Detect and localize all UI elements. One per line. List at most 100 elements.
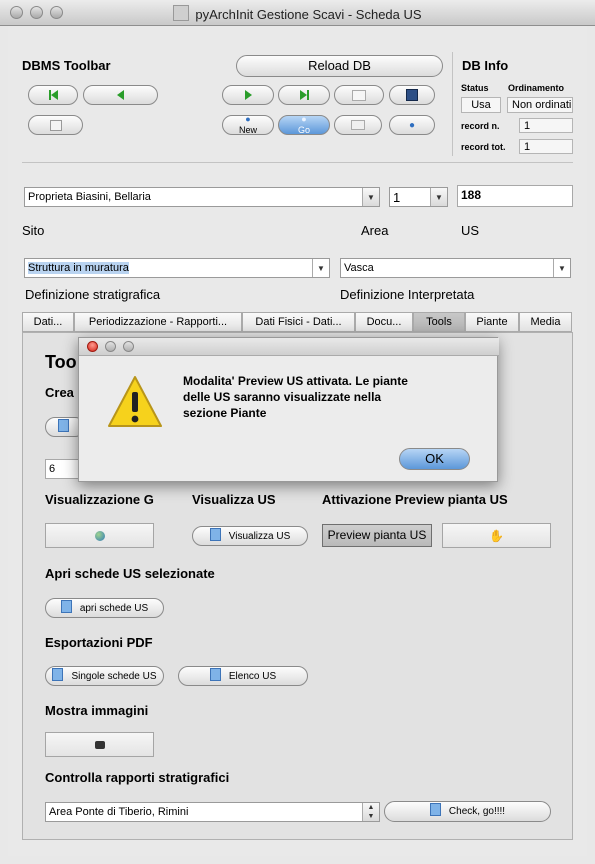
go-label: Go: [297, 125, 310, 135]
dialog-minimize-button[interactable]: [105, 341, 116, 352]
visualizza-us-button[interactable]: Visualizza US: [192, 526, 308, 546]
check-go-button[interactable]: Check, go!!!!: [384, 801, 551, 822]
tab-periodizzazione[interactable]: Periodizzazione - Rapporti...: [74, 312, 242, 332]
def-strat-combo[interactable]: Struttura in muratura ▼: [24, 258, 330, 278]
apri-schede-text: apri schede US: [79, 603, 149, 614]
tab-media[interactable]: Media: [519, 312, 572, 332]
prev-icon: [117, 90, 124, 101]
sito-label: Sito: [22, 223, 45, 238]
reload-db-button[interactable]: Reload DB: [236, 55, 443, 77]
crea-label: Crea: [45, 385, 74, 400]
apri-schede-button[interactable]: apri schede US: [45, 598, 164, 618]
record-tot-label: record tot.: [461, 142, 506, 152]
chevron-down-icon: ▼: [312, 259, 329, 277]
preview-alert-dialog: Modalita' Preview US attivata. Le piante…: [78, 337, 499, 482]
prev-record-button[interactable]: [83, 85, 158, 105]
dialog-zoom-button[interactable]: [123, 341, 134, 352]
singole-schede-button[interactable]: Singole schede US: [45, 666, 164, 686]
floppy-disk-icon: [406, 89, 418, 102]
tools-heading: Too: [45, 352, 77, 372]
sito-value: Proprieta Biasini, Bellaria: [28, 191, 151, 203]
toolbar-divider: [452, 52, 453, 156]
record-n-label: record n.: [461, 121, 500, 131]
def-interp-label: Definizione Interpretata: [340, 287, 475, 302]
sito-combo[interactable]: Proprieta Biasini, Bellaria ▼: [24, 187, 380, 207]
first-record-button[interactable]: [28, 85, 78, 105]
dbms-toolbar-title: DBMS Toolbar: [22, 58, 111, 73]
rapporti-label: Controlla rapporti stratigrafici: [45, 770, 230, 785]
tab-dati[interactable]: Dati...: [22, 312, 74, 332]
us-field[interactable]: 188: [457, 185, 573, 207]
area-label: Area: [361, 223, 389, 238]
go-button[interactable]: ● Go: [278, 115, 330, 135]
rapporti-value: Area Ponte di Tiberio, Rimini: [49, 806, 189, 818]
check-go-text: Check, go!!!!: [448, 806, 506, 817]
window-titlebar: pyArchInit Gestione Scavi - Scheda US: [0, 0, 595, 26]
apri-label: Apri schede US selezionate: [45, 566, 215, 581]
preview-pianta-button[interactable]: Preview pianta US: [322, 524, 432, 547]
search-icon: ●: [408, 120, 416, 131]
browse-button[interactable]: [334, 115, 382, 135]
ordinamento-value: Non ordinati: [507, 97, 573, 113]
document-icon: [60, 600, 72, 613]
area-combo[interactable]: 1 ▼: [389, 187, 448, 207]
search-button[interactable]: ●: [389, 115, 435, 135]
window-title: pyArchInit Gestione Scavi - Scheda US: [0, 5, 595, 22]
rapporti-combo[interactable]: Area Ponte di Tiberio, Rimini ▲ ▼: [45, 802, 380, 822]
dialog-message: Modalita' Preview US attivata. Le piante…: [183, 373, 483, 421]
elenco-us-text: Elenco US: [228, 671, 277, 682]
def-strat-label: Definizione stratigrafica: [25, 287, 161, 302]
header-divider: [22, 162, 573, 163]
last-icon: [299, 90, 307, 101]
def-interp-combo[interactable]: Vasca ▼: [340, 258, 571, 278]
folder-icon: [351, 120, 365, 131]
dialog-close-button[interactable]: [87, 341, 98, 352]
tab-tools[interactable]: Tools: [413, 312, 465, 332]
preview-label: Attivazione Preview pianta US: [322, 492, 508, 507]
chevron-down-icon: ▼: [553, 259, 570, 277]
pan-button[interactable]: ✋: [442, 523, 551, 548]
next-record-button[interactable]: [222, 85, 274, 105]
tab-dati-fisici[interactable]: Dati Fisici - Dati...: [242, 312, 355, 332]
document-icon: [52, 668, 64, 681]
pdf-label: Esportazioni PDF: [45, 635, 153, 650]
save-button[interactable]: [389, 85, 435, 105]
db-info-title: DB Info: [462, 58, 509, 73]
area-value: 1: [393, 190, 401, 205]
delete-record-button[interactable]: [28, 115, 83, 135]
tab-piante[interactable]: Piante: [465, 312, 519, 332]
new-label: New: [238, 125, 257, 135]
record-n-value: 1: [519, 118, 573, 133]
dialog-message-line1: Modalita' Preview US attivata. Le piante: [183, 374, 408, 388]
globe-icon: [94, 531, 105, 542]
warning-icon: [108, 376, 162, 427]
pencil-icon: [352, 89, 366, 101]
chevron-down-icon: ▼: [430, 188, 447, 206]
chevron-down-icon: ▼: [362, 188, 379, 206]
up-down-arrows-icon: ▲ ▼: [362, 803, 379, 821]
ok-button[interactable]: OK: [399, 448, 470, 470]
visualizza-us-text: Visualizza US: [228, 531, 291, 542]
tab-documentazione[interactable]: Docu...: [355, 312, 413, 332]
new-record-button[interactable]: ● New: [222, 115, 274, 135]
vis-g-button[interactable]: [45, 523, 154, 548]
record-tot-value: 1: [519, 139, 573, 154]
singole-schede-text: Singole schede US: [71, 671, 157, 682]
def-interp-value: Vasca: [344, 262, 374, 274]
status-label: Status: [461, 83, 489, 93]
mostra-immagini-button[interactable]: [45, 732, 154, 757]
edit-record-button[interactable]: [334, 85, 384, 105]
app-icon: [173, 5, 190, 21]
elenco-us-button[interactable]: Elenco US: [178, 666, 308, 686]
hand-icon: ✋: [489, 529, 504, 543]
document-icon: [58, 419, 69, 432]
us-label: US: [461, 223, 480, 238]
edit-icon: [49, 119, 62, 131]
last-record-button[interactable]: [278, 85, 330, 105]
first-icon: [50, 90, 58, 101]
document-icon: [209, 528, 221, 541]
status-value: Usa: [461, 97, 501, 113]
camera-icon: [94, 741, 105, 750]
next-icon: [244, 90, 252, 101]
ordinamento-label: Ordinamento: [508, 83, 565, 93]
